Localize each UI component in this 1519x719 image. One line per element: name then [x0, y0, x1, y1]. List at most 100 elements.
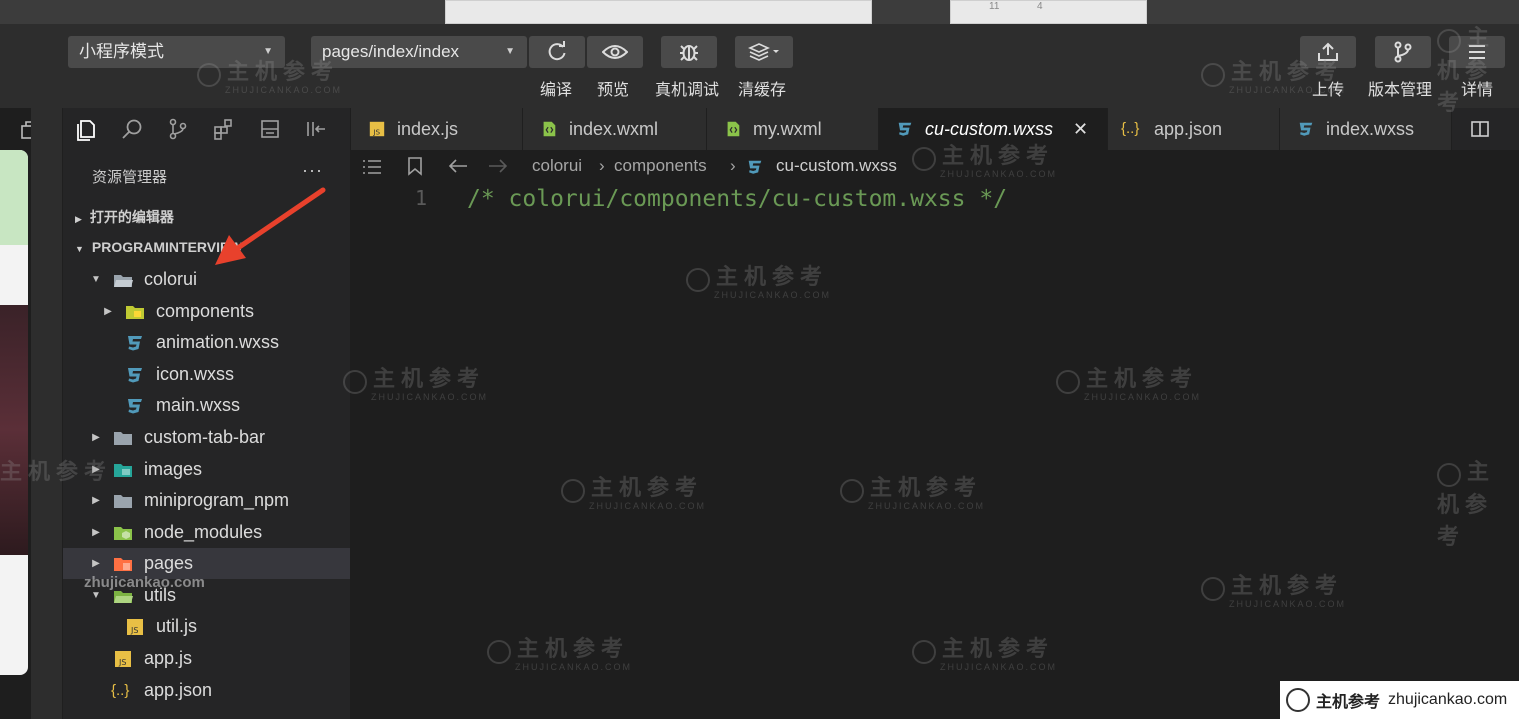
svg-text:JS: JS — [372, 127, 380, 136]
breadcrumb-item[interactable]: colorui — [532, 156, 582, 176]
tree-file-util-js[interactable]: JS util.js — [63, 611, 350, 642]
tab-label: index.js — [397, 119, 459, 139]
chevron-down-icon: ▼ — [91, 274, 101, 285]
tab-label: cu-custom.wxss — [925, 119, 1054, 139]
simulator-screen[interactable] — [0, 150, 28, 675]
folder-icon — [114, 495, 132, 508]
bug-icon — [680, 45, 698, 61]
files-icon[interactable] — [63, 108, 109, 150]
tab-index-js[interactable]: JS index.js — [351, 108, 523, 150]
debug-button[interactable] — [661, 36, 717, 68]
tree-item-label: app.js — [144, 648, 193, 668]
collapse-panel-icon[interactable] — [293, 108, 339, 150]
tree-file-app-js[interactable]: JS app.js — [63, 643, 350, 674]
logo-icon — [1286, 688, 1310, 712]
extensions-icon[interactable] — [201, 108, 247, 150]
css-file-icon — [128, 399, 142, 414]
tab-app-json[interactable]: {..} app.json — [1108, 108, 1280, 150]
split-editor-icon[interactable] — [1470, 120, 1490, 138]
chevron-right-icon: ▶ — [92, 527, 100, 538]
menu-icon — [1469, 45, 1485, 59]
tab-label: index.wxss — [1326, 119, 1415, 139]
simulator-panel — [0, 108, 41, 719]
tree-folder-node-modules[interactable]: ▶ node_modules — [63, 517, 350, 548]
tree-folder-components[interactable]: ▶ components — [63, 296, 350, 327]
tab-label: my.wxml — [753, 119, 822, 139]
tree-item-label: images — [144, 459, 203, 479]
tree-folder-custom-tab-bar[interactable]: ▶ custom-tab-bar — [63, 422, 350, 453]
editor-tab-bar: JS index.js index.wxml my.wxml cu-custom… — [351, 108, 1519, 151]
wxml-file-icon — [543, 121, 556, 137]
refresh-icon — [548, 41, 566, 61]
clear-cache-label: 清缓存 — [738, 82, 787, 99]
project-label: PROGRAMINTERVIEW — [91, 239, 243, 255]
details-label: 详情 — [1461, 82, 1494, 99]
branch-icon — [1394, 41, 1412, 63]
css-file-icon — [1299, 122, 1313, 136]
tree-file-icon-wxss[interactable]: icon.wxss — [63, 359, 350, 390]
badge-url: zhujicankao.com — [1388, 691, 1508, 708]
debug-label: 真机调试 — [655, 82, 720, 99]
back-arrow-icon[interactable] — [448, 158, 468, 174]
simulator-header — [0, 150, 28, 245]
tree-folder-miniprogram-npm[interactable]: ▶ miniprogram_npm — [63, 485, 350, 516]
chevron-right-icon: ▶ — [92, 432, 100, 443]
details-button[interactable] — [1449, 36, 1505, 68]
open-editors-section[interactable]: ▶ 打开的编辑器 — [75, 207, 174, 227]
close-icon[interactable]: ✕ — [1073, 108, 1088, 150]
chevron-down-icon: ▼ — [75, 244, 84, 254]
eye-icon — [602, 45, 628, 59]
node-folder-icon — [114, 527, 132, 540]
project-section[interactable]: ▼ PROGRAMINTERVIEW — [75, 239, 243, 255]
more-actions-icon[interactable]: ··· — [302, 160, 323, 181]
preview-label: 预览 — [597, 82, 630, 99]
search-icon[interactable] — [109, 108, 155, 150]
tab-index-wxss[interactable]: index.wxss — [1280, 108, 1452, 150]
tab-cu-custom-wxss[interactable]: cu-custom.wxss ✕ — [879, 108, 1108, 150]
code-comment[interactable]: /* colorui/components/cu-custom.wxss */ — [467, 186, 1007, 212]
breadcrumb-item[interactable]: components — [614, 156, 707, 176]
folder-open-icon — [114, 275, 133, 287]
tree-folder-images[interactable]: ▶ images — [63, 454, 350, 485]
storage-icon[interactable] — [247, 108, 293, 150]
tree-item-label: custom-tab-bar — [144, 427, 266, 447]
wxml-file-icon — [727, 121, 740, 137]
version-label: 版本管理 — [1368, 82, 1433, 99]
tree-item-label: miniprogram_npm — [144, 490, 290, 510]
css-file-icon — [898, 122, 912, 136]
forward-arrow-icon[interactable] — [488, 158, 508, 174]
outline-icon[interactable] — [361, 158, 383, 176]
svg-text:JS: JS — [130, 626, 138, 635]
tree-item-label: animation.wxss — [156, 332, 280, 352]
tab-index-wxml[interactable]: index.wxml — [523, 108, 707, 150]
comments-count: 4 — [1037, 1, 1043, 12]
code-editor[interactable]: colorui › components › cu-custom.wxss 1 … — [351, 150, 1519, 719]
version-button[interactable] — [1375, 36, 1431, 68]
clear-cache-button[interactable] — [735, 36, 793, 68]
chevron-right-icon: › — [599, 156, 605, 175]
compile-label: 编译 — [540, 82, 573, 99]
upload-button[interactable] — [1300, 36, 1356, 68]
compile-button[interactable] — [529, 36, 585, 68]
css-file-icon — [748, 160, 762, 174]
tree-item-label: app.json — [144, 680, 213, 700]
watermark-text: zhujicankao.com — [84, 574, 205, 591]
chevron-right-icon: ▶ — [92, 464, 100, 475]
css-file-icon — [128, 368, 142, 383]
badge-cn: 主机参考 — [1316, 694, 1381, 711]
mode-select[interactable]: 小程序模式 ▼ — [68, 36, 285, 68]
tree-file-app-json[interactable]: {..} app.json — [63, 675, 350, 706]
tree-file-animation-wxss[interactable]: animation.wxss — [63, 327, 350, 358]
page-select[interactable]: pages/index/index ▼ — [311, 36, 527, 68]
source-control-icon[interactable] — [155, 108, 201, 150]
preview-button[interactable] — [587, 36, 643, 68]
tree-folder-colorui[interactable]: ▼ colorui — [63, 264, 350, 295]
json-file-icon: {..} — [1121, 120, 1140, 137]
breadcrumb-item[interactable]: cu-custom.wxss — [776, 156, 897, 176]
tab-my-wxml[interactable]: my.wxml — [707, 108, 879, 150]
watermark-badge: 主机参考 zhujicankao.com — [1280, 681, 1519, 719]
bookmark-icon[interactable] — [407, 156, 423, 176]
tree-file-main-wxss[interactable]: main.wxss — [63, 390, 350, 421]
tree-item-label: colorui — [144, 269, 198, 289]
chevron-right-icon: ▶ — [92, 495, 100, 506]
